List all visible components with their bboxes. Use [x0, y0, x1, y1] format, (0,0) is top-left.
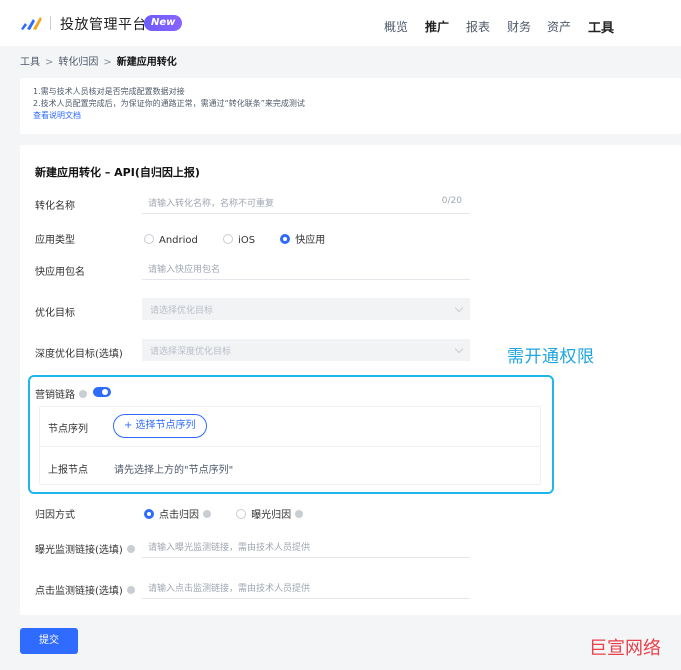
panel-divider — [40, 446, 540, 447]
nav-assets[interactable]: 资产 — [547, 18, 571, 35]
top-header: 投放管理平台 New 概览 推广 报表 财务 资产 工具 — [0, 0, 681, 46]
marketing-label: 营销链路 — [35, 386, 87, 401]
radio-click-label: 点击归因 — [159, 510, 199, 521]
name-counter: 0/20 — [441, 196, 462, 206]
radio-quick-app[interactable]: 快应用 — [280, 231, 325, 246]
breadcrumb-attribution[interactable]: 转化归因 — [58, 57, 98, 68]
help-icon[interactable] — [126, 545, 135, 553]
quick-app-label: 快应用包名 — [35, 267, 85, 278]
permission-note: 需开通权限 — [507, 347, 595, 367]
chevron-down-icon — [454, 303, 464, 313]
radio-checked-icon — [280, 234, 291, 244]
app-type-radio-group: Andriod iOS 快应用 — [144, 231, 347, 246]
breadcrumb-current: 新建应用转化 — [116, 57, 177, 68]
radio-quick-app-label: 快应用 — [295, 235, 326, 246]
radio-checked-icon — [144, 509, 154, 519]
opt-target-select[interactable]: 请选择优化目标 — [142, 298, 470, 320]
nav-reports[interactable]: 报表 — [466, 18, 490, 35]
deep-target-label: 深度优化目标(选填) — [35, 349, 123, 360]
radio-ios-label: iOS — [238, 235, 256, 246]
name-placeholder: 请输入转化名称，名称不可重复 — [148, 199, 275, 209]
attribution-label: 归因方式 — [35, 510, 75, 521]
radio-circle-icon — [236, 509, 247, 519]
breadcrumb: 工具 > 转化归因 > 新建应用转化 — [20, 53, 177, 68]
radio-click-attribution[interactable]: 点击归因 — [144, 506, 211, 521]
deep-target-select[interactable]: 请选择深度优化目标 — [142, 339, 470, 361]
quick-app-input[interactable]: 请输入快应用包名 — [142, 258, 470, 280]
brand-divider — [50, 16, 51, 30]
exposure-input[interactable]: 请输入曝光监测链接，需由技术人员提供 — [142, 536, 470, 558]
upload-node-label: 上报节点 — [48, 465, 88, 476]
brand-title: 投放管理平台 — [60, 17, 147, 33]
attribution-radio-group: 点击归因 曝光归因 — [144, 506, 325, 521]
breadcrumb-separator: > — [45, 57, 54, 68]
breadcrumb-tools[interactable]: 工具 — [20, 57, 40, 68]
opt-target-placeholder: 请选择优化目标 — [150, 306, 214, 316]
name-label: 转化名称 — [35, 201, 75, 212]
help-icon[interactable] — [295, 510, 304, 518]
submit-button[interactable]: 提交 — [20, 628, 78, 654]
click-label-text: 点击监测链接(选填) — [35, 586, 123, 597]
form-card: 新建应用转化 – API(自归因上报) 转化名称 请输入转化名称，名称不可重复 … — [20, 145, 681, 615]
exposure-label-text: 曝光监测链接(选填) — [35, 545, 123, 556]
watermark: 巨宣网络 — [589, 638, 661, 659]
info-notice: 1.需与技术人员核对是否完成配置数据对接 2.技术人员配置完成后，为保证你的通路… — [20, 78, 681, 134]
help-icon[interactable] — [79, 390, 87, 398]
select-node-seq-button[interactable]: + 选择节点序列 — [113, 414, 207, 438]
click-label: 点击监测链接(选填) — [35, 582, 135, 597]
info-line-1: 1.需与技术人员核对是否完成配置数据对接 — [33, 87, 185, 96]
nav-finance[interactable]: 财务 — [507, 18, 531, 35]
doc-link[interactable]: 查看说明文档 — [33, 110, 668, 122]
radio-circle-icon — [223, 234, 234, 244]
form-title: 新建应用转化 – API(自归因上报) — [35, 166, 200, 179]
brand-logo-icon — [21, 17, 42, 30]
opt-target-label: 优化目标 — [35, 308, 75, 319]
nav-promotion[interactable]: 推广 — [425, 18, 449, 35]
deep-target-placeholder: 请选择深度优化目标 — [150, 347, 232, 357]
breadcrumb-separator: > — [103, 57, 112, 68]
exposure-label: 曝光监测链接(选填) — [35, 541, 135, 556]
upload-node-hint: 请先选择上方的"节点序列" — [114, 465, 234, 476]
help-icon[interactable] — [203, 510, 211, 518]
radio-exposure-label: 曝光归因 — [251, 510, 292, 521]
name-input[interactable]: 请输入转化名称，名称不可重复 0/20 — [142, 192, 470, 214]
click-placeholder: 请输入点击监测链接，需由技术人员提供 — [148, 584, 311, 594]
radio-android-label: Andriod — [159, 235, 198, 246]
radio-ios[interactable]: iOS — [223, 234, 255, 246]
exposure-placeholder: 请输入曝光监测链接，需由技术人员提供 — [148, 543, 311, 553]
radio-exposure-attribution[interactable]: 曝光归因 — [236, 506, 304, 521]
help-icon[interactable] — [126, 586, 135, 594]
marketing-toggle[interactable] — [93, 387, 111, 397]
app-type-label: 应用类型 — [35, 235, 75, 246]
info-line-2: 2.技术人员配置完成后，为保证你的通路正常，需通过“转化联条”来完成测试 — [33, 99, 305, 108]
nav-overview[interactable]: 概览 — [384, 18, 408, 35]
node-seq-label: 节点序列 — [48, 424, 88, 435]
marketing-label-text: 营销链路 — [35, 390, 75, 401]
click-input[interactable]: 请输入点击监测链接，需由技术人员提供 — [142, 577, 470, 599]
chevron-down-icon — [454, 344, 464, 354]
new-badge: New — [144, 15, 183, 31]
quick-app-placeholder: 请输入快应用包名 — [148, 265, 221, 275]
radio-circle-icon — [144, 234, 154, 244]
nav-tools[interactable]: 工具 — [588, 17, 614, 36]
radio-android[interactable]: Andriod — [144, 234, 198, 246]
